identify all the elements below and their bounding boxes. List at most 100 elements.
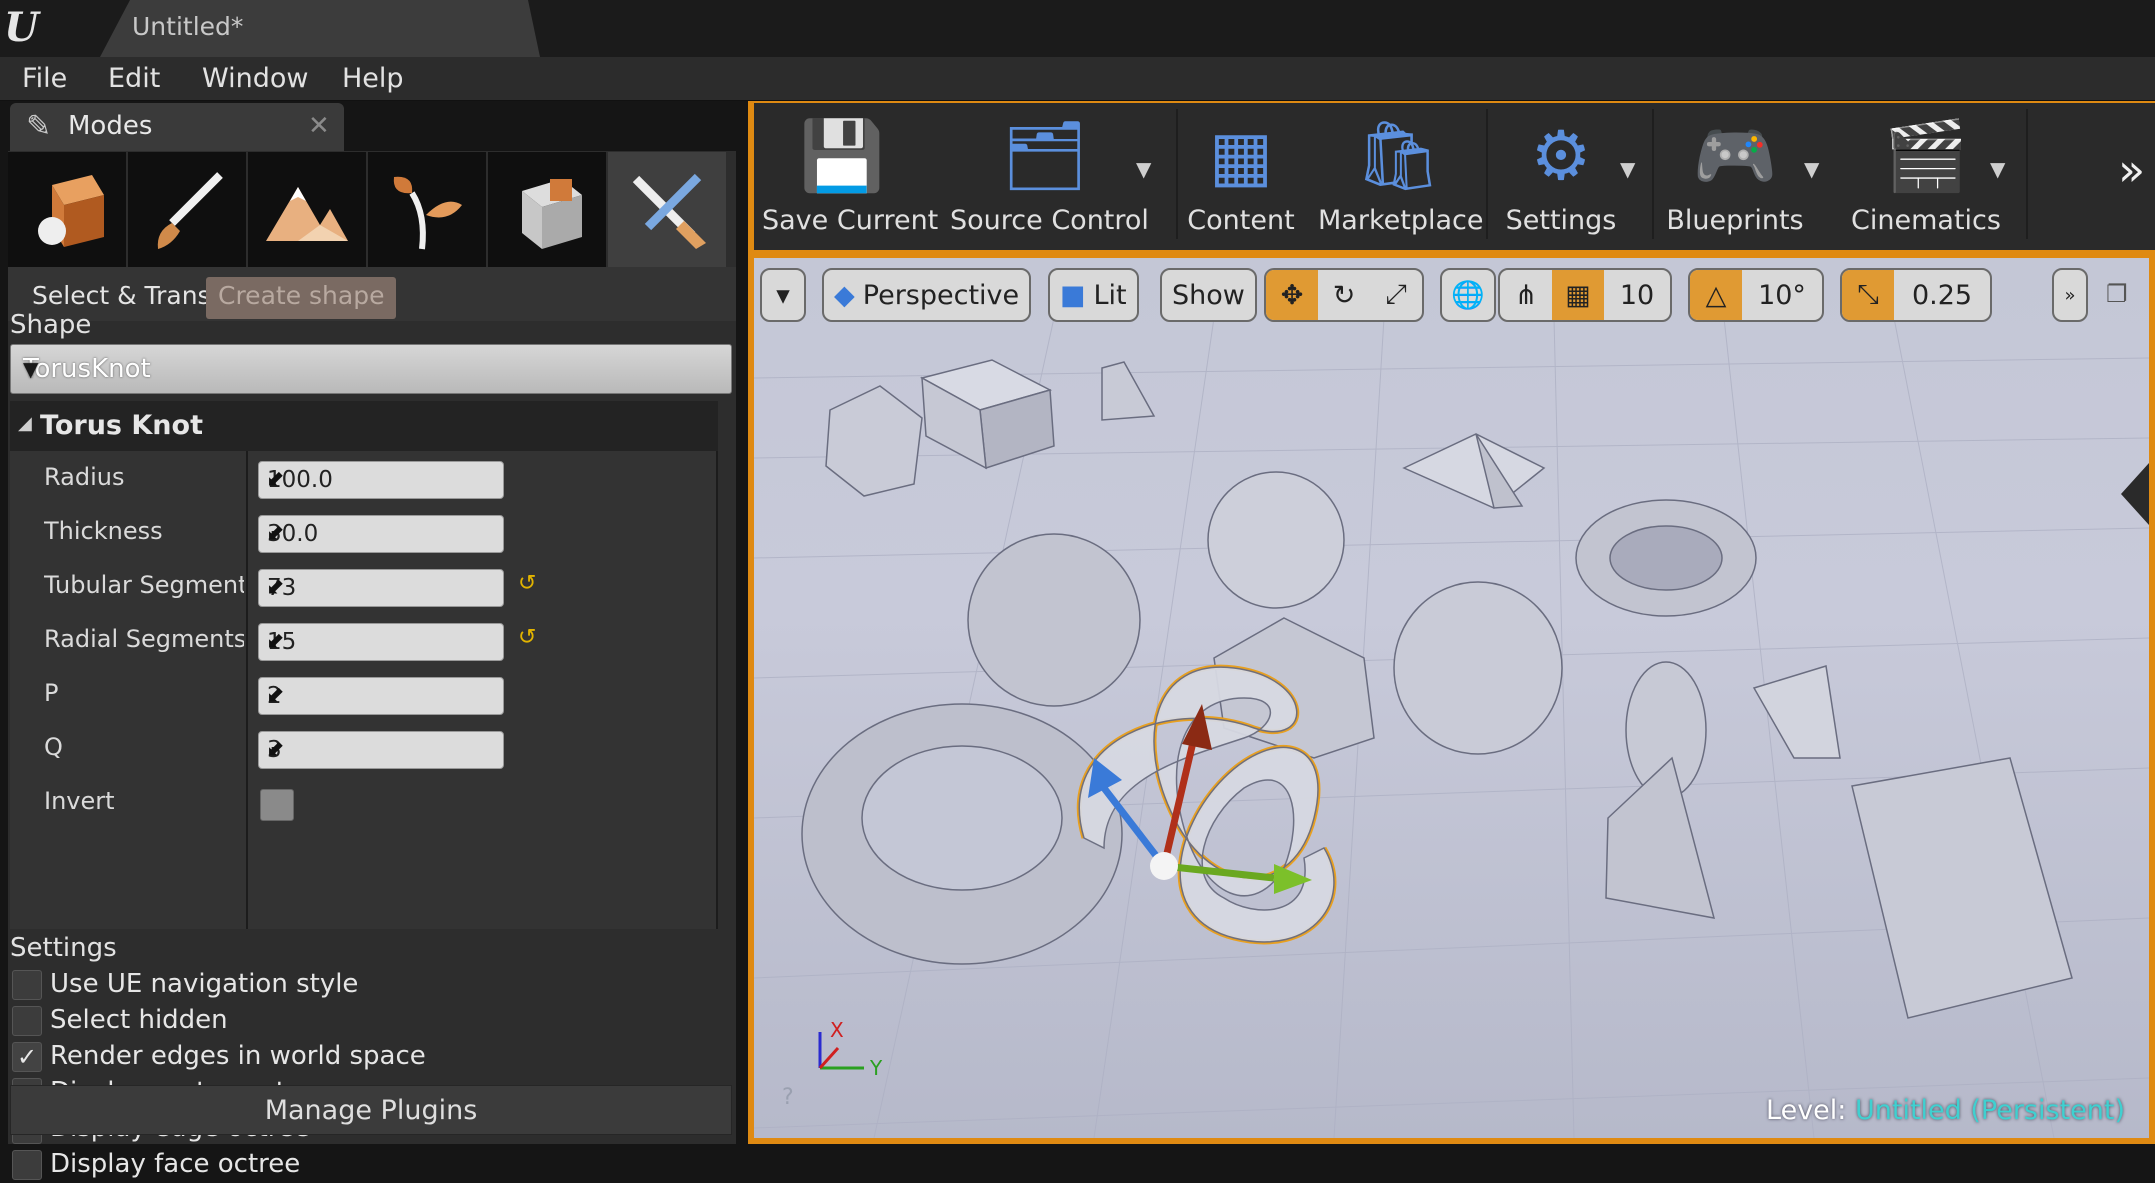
rotate-icon[interactable]: ↻ — [1318, 270, 1370, 320]
mesh-tool-mode-icon[interactable] — [608, 152, 726, 268]
modes-tab[interactable]: ✎ Modes ✕ — [10, 103, 344, 151]
menu-bar: File Edit Window Help — [0, 57, 2155, 101]
clapperboard-icon: 🎬 — [1883, 117, 1969, 196]
resize-icon[interactable]: ⬋ — [267, 520, 495, 545]
marketplace-button[interactable]: 🛍 Marketplace — [1318, 109, 1483, 247]
cinematics-dropdown-icon[interactable]: ▼ — [1990, 157, 2005, 181]
property-row-radius: Radius 100.0 ⬋ — [10, 451, 718, 505]
toolbar-label: Save Current — [762, 205, 939, 236]
resize-icon[interactable]: ⬋ — [267, 574, 495, 599]
cinematics-button[interactable]: 🎬 Cinematics — [1838, 109, 2014, 247]
checkbox[interactable] — [12, 1006, 42, 1036]
close-icon[interactable]: ✕ — [308, 111, 330, 141]
surface-snap-icon[interactable]: ⋔ — [1500, 270, 1552, 320]
q-input[interactable]: 3 ⬋ — [258, 731, 504, 769]
level-viewport[interactable]: ▾ ◆ Perspective ■ Lit Show ✥ ↻ ⤢ 🌐 ⋔ ▦ 1… — [754, 258, 2149, 1138]
resize-icon[interactable]: ⬋ — [267, 466, 495, 491]
tubular-segments-input[interactable]: 73 ⬋ — [258, 569, 504, 607]
checkbox[interactable] — [12, 1150, 42, 1180]
grid-snap-icon[interactable]: ▦ — [1552, 270, 1604, 320]
thickness-input[interactable]: 30.0 ⬋ — [258, 515, 504, 553]
menu-window[interactable]: Window — [196, 63, 314, 94]
manage-plugins-label: Manage Plugins — [264, 1095, 478, 1126]
shape-label: Shape — [10, 310, 92, 340]
perspective-button[interactable]: ◆ Perspective — [822, 268, 1032, 322]
checkbox[interactable] — [12, 970, 42, 1000]
toolbar-separator — [1176, 109, 1178, 239]
modes-icon: ✎ — [26, 109, 52, 144]
viewport-options-button[interactable]: ▾ — [760, 268, 806, 322]
resize-icon[interactable]: ⬋ — [267, 736, 495, 761]
lit-cube-icon: ■ — [1060, 279, 1086, 311]
properties-grid: Radius 100.0 ⬋ Thickness 30.0 ⬋ Tubular Se… — [10, 451, 718, 929]
collapse-triangle-icon: ◢ — [18, 413, 32, 434]
title-bar: U Untitled* — [0, 0, 2155, 57]
rotation-snap-icon[interactable]: △ — [1690, 270, 1742, 320]
move-icon[interactable]: ✥ — [1266, 270, 1318, 320]
rotation-snap-value[interactable]: 10° — [1742, 270, 1822, 320]
invert-checkbox[interactable] — [260, 789, 294, 821]
reset-to-default-icon[interactable]: ↺ — [518, 625, 536, 650]
menu-edit[interactable]: Edit — [102, 63, 166, 94]
p-input[interactable]: 2 ⬋ — [258, 677, 504, 715]
property-label: Tubular Segments — [44, 571, 244, 599]
checkmark-icon[interactable]: ✓ — [12, 1042, 42, 1072]
settings-dropdown-icon[interactable]: ▼ — [1620, 157, 1635, 181]
viewport-overflow-icon[interactable]: » — [2052, 268, 2088, 322]
reset-to-default-icon[interactable]: ↺ — [518, 571, 536, 596]
viewport-scene — [754, 317, 2149, 1138]
document-tab[interactable]: Untitled* — [100, 0, 540, 57]
tab-create-shape[interactable]: Create shape — [206, 277, 397, 319]
save-current-button[interactable]: 💾 Save Current — [762, 109, 939, 247]
axis-y-label: Y — [870, 1056, 883, 1080]
rotation-snap-control: △ 10° — [1688, 268, 1824, 322]
property-label: P — [44, 679, 59, 707]
maximize-viewport-icon[interactable]: ❐ — [2106, 280, 2128, 308]
menu-file[interactable]: File — [16, 63, 73, 94]
gamepad-icon: 🎮 — [1692, 117, 1778, 196]
lit-button[interactable]: ■ Lit — [1048, 268, 1139, 322]
radial-segments-input[interactable]: 15 ⬋ — [258, 623, 504, 661]
property-label: Thickness — [44, 517, 163, 545]
landscape-mode-icon[interactable] — [248, 152, 366, 268]
grid-snap-control: ⋔ ▦ 10 — [1498, 268, 1672, 322]
resize-icon[interactable]: ⬋ — [267, 628, 495, 653]
show-button[interactable]: Show — [1160, 268, 1257, 322]
menu-help[interactable]: Help — [336, 63, 410, 94]
toolbar-overflow-icon[interactable]: » — [2118, 145, 2145, 196]
shape-dropdown[interactable]: TorusKnot ▼ — [10, 344, 732, 394]
settings-button[interactable]: ⚙ Settings — [1496, 109, 1626, 247]
place-mode-icon[interactable] — [8, 152, 126, 268]
scale-snap-value[interactable]: 0.25 — [1894, 270, 1990, 320]
resize-icon[interactable]: ⬋ — [267, 682, 495, 707]
mode-strip — [8, 152, 728, 270]
blueprints-button[interactable]: 🎮 Blueprints — [1660, 109, 1810, 247]
source-control-button[interactable]: 🗂 Source Control — [950, 109, 1149, 247]
manage-plugins-button[interactable]: Manage Plugins — [10, 1085, 732, 1135]
content-grid-icon: ▦ — [1208, 117, 1274, 196]
source-control-dropdown-icon[interactable]: ▼ — [1136, 157, 1151, 181]
toolbar-label: Content — [1187, 205, 1295, 236]
radius-input[interactable]: 100.0 ⬋ — [258, 461, 504, 499]
marketplace-bag-icon: 🛍 — [1354, 117, 1442, 196]
geometry-mode-icon[interactable] — [488, 152, 606, 268]
blueprints-dropdown-icon[interactable]: ▼ — [1804, 157, 1819, 181]
paint-mode-icon[interactable] — [128, 152, 246, 268]
details-collapse-icon[interactable] — [2121, 463, 2149, 525]
scale-icon[interactable]: ⤢ — [1370, 270, 1422, 320]
property-row-tubular-segments: Tubular Segments 73 ⬋ ↺ — [10, 559, 718, 613]
help-icon[interactable]: ? — [782, 1085, 794, 1110]
property-label: Radial Segments — [44, 625, 244, 653]
content-button[interactable]: ▦ Content — [1186, 109, 1296, 247]
world-local-icon[interactable]: 🌐 — [1440, 268, 1496, 322]
foliage-mode-icon[interactable] — [368, 152, 486, 268]
level-name: Untitled (Persistent) — [1854, 1095, 2125, 1126]
scale-snap-control: ⤡ 0.25 — [1840, 268, 1992, 322]
grid-snap-value[interactable]: 10 — [1604, 270, 1670, 320]
torus-knot-category[interactable]: ◢ Torus Knot — [10, 401, 718, 451]
property-label: Q — [44, 733, 63, 761]
property-label: Invert — [44, 787, 115, 815]
setting-label: Render edges in world space — [50, 1041, 426, 1071]
scale-snap-icon[interactable]: ⤡ — [1842, 270, 1894, 320]
setting-label: Display face octree — [50, 1149, 301, 1179]
